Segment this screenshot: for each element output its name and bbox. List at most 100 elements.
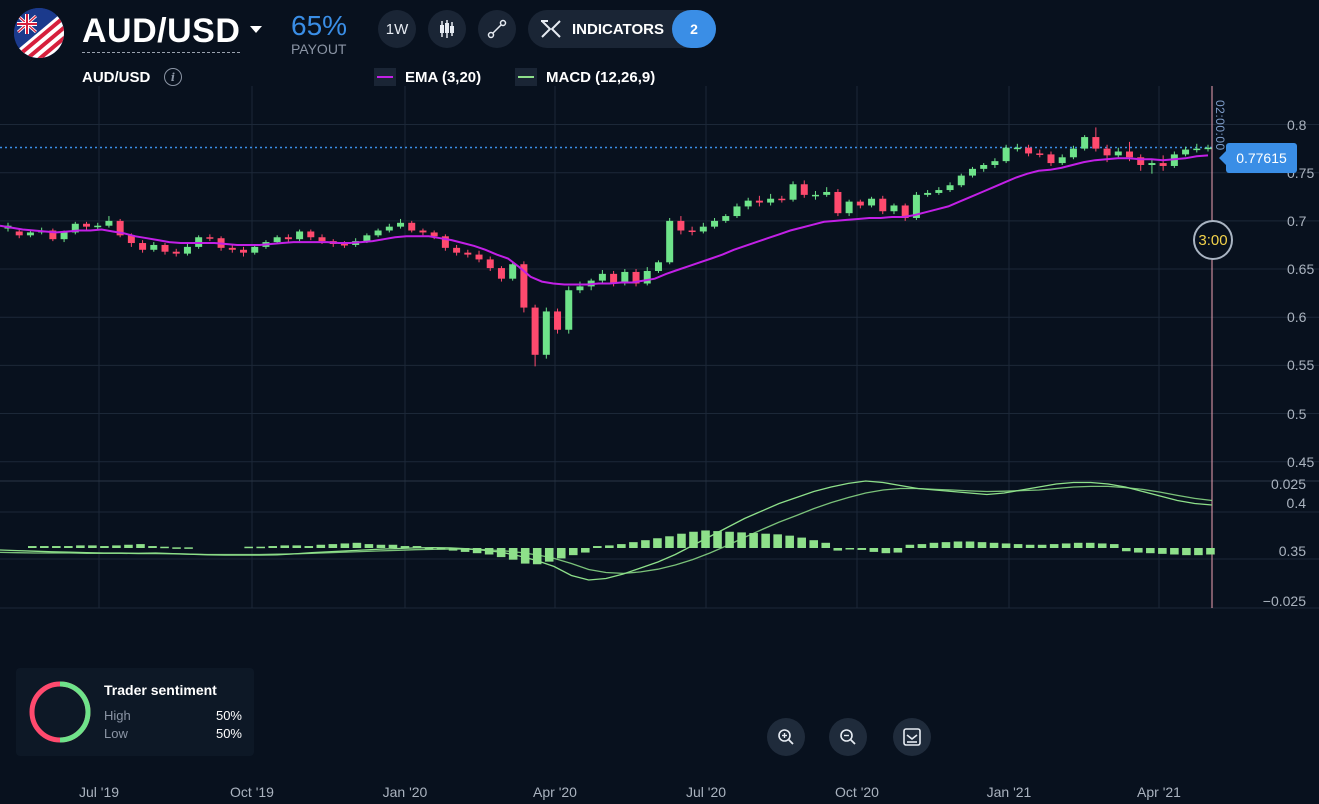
macd-histogram-bar [821,542,831,548]
candle-body [1058,157,1066,164]
candle-body [509,264,517,279]
macd-histogram-bar [809,540,819,548]
macd-histogram-bar [953,541,963,548]
candle-body [744,200,752,207]
zoom-out-button[interactable] [829,718,867,756]
candle-body [1069,148,1077,158]
sentiment-high-label: High [104,708,131,723]
candle-body [890,205,898,212]
macd-histogram-bar [388,544,398,548]
macd-histogram-bar [52,546,61,548]
candle-body [307,231,315,238]
macd-histogram-bar [1146,548,1155,554]
candle-body [363,235,371,242]
candle-body [778,198,786,201]
macd-histogram-bar [1134,548,1143,553]
candle-body [60,232,68,240]
macd-histogram-bar [641,540,650,548]
macd-histogram-bar [148,546,157,548]
candle-body [1204,147,1212,150]
macd-histogram-bar [677,533,686,548]
timeframe-button[interactable]: 1W [378,10,416,48]
candle-body [105,220,113,226]
zoom-out-icon [840,729,856,745]
drawing-tools-button[interactable] [478,10,516,48]
macd-histogram-bar [1037,544,1047,548]
zoom-in-button[interactable] [767,718,805,756]
candle-body [183,246,191,254]
macd-histogram-bar [1025,544,1035,548]
fit-chart-button[interactable] [893,718,931,756]
candle-body [968,168,976,176]
candle-body [161,244,169,252]
candle-body [139,243,147,250]
candle-body [15,231,23,236]
candle-body [273,237,281,243]
aud-usd-flag-icon[interactable] [14,8,64,58]
macd-histogram-bar [1097,543,1107,548]
candlestick-icon [440,20,454,38]
macd-histogram-bar [1194,548,1203,556]
macd-histogram-bar [605,545,614,548]
candle-body [834,191,842,214]
macd-histogram-bar [340,543,350,548]
candle-body [1002,147,1010,162]
macd-histogram-bar [1122,548,1131,552]
time-axis-label: Jul '20 [685,784,727,800]
candle-body [206,237,214,239]
candle-body [800,184,808,195]
macd-histogram-bar [1049,544,1059,548]
chart-type-button[interactable] [428,10,466,48]
sentiment-low-value: 50% [215,726,242,741]
macd-histogram-bar [1085,542,1095,548]
macd-histogram-bar [929,542,939,548]
time-axis-label: Oct '20 [835,784,879,800]
macd-histogram-bar [797,537,806,548]
candle-body [980,165,988,169]
candle-body [83,223,91,227]
candle-body [296,231,304,240]
candle-body [464,252,472,255]
macd-legend-label[interactable]: MACD (12,26,9) [546,69,655,86]
macd-histogram-bar [1170,548,1179,555]
candle-body [1114,151,1122,156]
time-axis: Jul '19 Oct '19 Jan '20 Apr '20 Jul '20 Oct '… [0,776,1319,804]
candle-body [946,185,954,191]
candle-body [1081,137,1089,149]
macd-histogram-bar [64,546,73,548]
sentiment-low-label: Low [104,726,128,741]
candle-body [811,194,819,197]
candle-body [823,191,831,195]
macd-histogram-bar [376,544,386,548]
indicators-button[interactable]: INDICATORS 2 [528,10,716,48]
price-axis-label: 0.5 [1287,405,1307,422]
current-price-tag: 0.77615 [1219,143,1297,173]
candle-body [1148,163,1156,165]
candle-body [677,220,685,231]
candle-body [240,249,248,253]
macd-histogram-bar [857,548,867,550]
candle-body [228,247,236,250]
macd-histogram-bar [1158,548,1167,554]
chevron-down-icon[interactable] [250,26,262,33]
ema-legend-label[interactable]: EMA (3,20) [405,69,481,86]
candle-body [284,237,292,240]
asset-pair-selector[interactable]: AUD/USD [82,12,241,53]
candle-body [991,161,999,165]
indicators-icon [541,20,561,38]
candle-body [340,244,348,246]
candle-body [26,232,34,236]
sentiment-title: Trader sentiment [104,682,217,698]
macd-histogram-bar [941,542,951,548]
macd-histogram-bar [893,548,903,553]
macd-histogram-bar [88,545,97,548]
candle-body [789,184,797,200]
macd-histogram-bar [1013,544,1023,548]
candle-body [845,201,853,214]
macd-histogram-bar [244,546,253,549]
info-icon[interactable]: i [164,68,182,86]
macd-histogram-bar [989,542,999,548]
macd-histogram-bar [316,544,326,548]
candle-body [1182,149,1190,155]
indicators-label: INDICATORS [572,21,664,38]
